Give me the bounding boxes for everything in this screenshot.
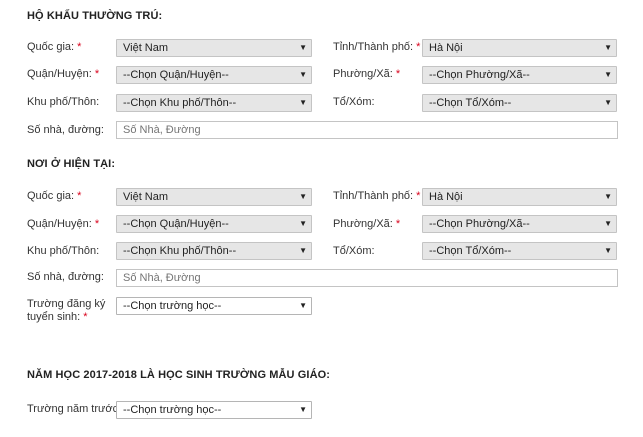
group-label: Tổ/Xóm:	[333, 245, 375, 257]
quarter-select-value: --Chọn Khu phố/Thôn--	[123, 97, 237, 109]
district-label: Quận/Huyện: *	[27, 68, 100, 80]
required-mark: *	[395, 68, 401, 80]
dropdown-arrow-icon: ▼	[299, 246, 307, 255]
dropdown-arrow-icon: ▼	[604, 43, 612, 52]
province-select-value: Hà Nội	[429, 191, 463, 203]
dropdown-arrow-icon: ▼	[604, 219, 612, 228]
section-title-preschool: NĂM HỌC 2017-2018 LÀ HỌC SINH TRƯỜNG MẪU…	[27, 369, 331, 381]
required-mark: *	[416, 190, 421, 202]
required-mark: *	[416, 41, 421, 53]
province-select[interactable]: Hà Nội ▼	[422, 39, 617, 57]
group-select-value: --Chọn Tổ/Xóm--	[429, 97, 512, 109]
group-select[interactable]: --Chọn Tổ/Xóm-- ▼	[422, 94, 617, 112]
district-label: Quận/Huyện: *	[27, 218, 100, 230]
current-street-input[interactable]	[116, 269, 618, 287]
current-ward-select[interactable]: --Chọn Phường/Xã-- ▼	[422, 215, 617, 233]
country-label: Quốc gia: *	[27, 41, 82, 53]
ward-select[interactable]: --Chọn Phường/Xã-- ▼	[422, 66, 617, 84]
current-group-select[interactable]: --Chọn Tổ/Xóm-- ▼	[422, 242, 617, 260]
ward-select-value: --Chọn Phường/Xã--	[429, 69, 530, 81]
district-select-value: --Chọn Quận/Huyện--	[123, 69, 229, 81]
street-label: Số nhà, đường:	[27, 124, 104, 136]
section-title-permanent: HỘ KHẨU THƯỜNG TRÚ:	[27, 10, 163, 22]
quarter-select-value: --Chọn Khu phố/Thôn--	[123, 245, 237, 257]
dropdown-arrow-icon: ▼	[604, 246, 612, 255]
dropdown-arrow-icon: ▼	[604, 192, 612, 201]
country-select[interactable]: Việt Nam ▼	[116, 39, 312, 57]
country-select-value: Việt Nam	[123, 191, 169, 203]
dropdown-arrow-icon: ▼	[299, 70, 307, 79]
dropdown-arrow-icon: ▼	[299, 219, 307, 228]
prev-school-label: Trường năm trước:	[27, 403, 122, 415]
group-label: Tổ/Xóm:	[333, 96, 375, 108]
province-select-value: Hà Nội	[429, 42, 463, 54]
dropdown-arrow-icon: ▼	[604, 70, 612, 79]
current-quarter-select[interactable]: --Chọn Khu phố/Thôn-- ▼	[116, 242, 312, 260]
required-mark: *	[77, 190, 82, 202]
ward-label: Phường/Xã: *	[333, 218, 401, 230]
province-label: Tỉnh/Thành phố: *	[333, 41, 421, 53]
district-select[interactable]: --Chọn Quận/Huyện-- ▼	[116, 66, 312, 84]
province-label: Tỉnh/Thành phố: *	[333, 190, 421, 202]
current-district-select[interactable]: --Chọn Quận/Huyện-- ▼	[116, 215, 312, 233]
school-label: Trường đăng ký tuyển sinh: *	[27, 298, 106, 323]
dropdown-arrow-icon: ▼	[299, 43, 307, 52]
required-mark: *	[77, 41, 82, 53]
district-select-value: --Chọn Quận/Huyện--	[123, 218, 229, 230]
prev-school-select[interactable]: --Chọn trường học-- ▼	[116, 401, 312, 419]
school-select-value: --Chọn trường học--	[123, 300, 222, 312]
prev-school-select-value: --Chọn trường học--	[123, 404, 222, 416]
section-title-current: NƠI Ở HIỆN TẠI:	[27, 158, 116, 170]
dropdown-arrow-icon: ▼	[299, 192, 307, 201]
required-mark: *	[395, 218, 401, 230]
school-select[interactable]: --Chọn trường học-- ▼	[116, 297, 312, 315]
street-input[interactable]	[116, 121, 618, 139]
dropdown-arrow-icon: ▼	[299, 301, 307, 310]
required-mark: *	[83, 311, 88, 323]
dropdown-arrow-icon: ▼	[604, 98, 612, 107]
current-province-select[interactable]: Hà Nội ▼	[422, 188, 617, 206]
country-label: Quốc gia: *	[27, 190, 82, 202]
street-label: Số nhà, đường:	[27, 271, 104, 283]
quarter-label: Khu phố/Thôn:	[27, 245, 100, 257]
dropdown-arrow-icon: ▼	[299, 98, 307, 107]
dropdown-arrow-icon: ▼	[299, 405, 307, 414]
required-mark: *	[94, 218, 100, 230]
country-select-value: Việt Nam	[123, 42, 169, 54]
required-mark: *	[94, 68, 100, 80]
current-country-select[interactable]: Việt Nam ▼	[116, 188, 312, 206]
quarter-select[interactable]: --Chọn Khu phố/Thôn-- ▼	[116, 94, 312, 112]
ward-label: Phường/Xã: *	[333, 68, 401, 80]
ward-select-value: --Chọn Phường/Xã--	[429, 218, 530, 230]
group-select-value: --Chọn Tổ/Xóm--	[429, 245, 512, 257]
quarter-label: Khu phố/Thôn:	[27, 96, 100, 108]
